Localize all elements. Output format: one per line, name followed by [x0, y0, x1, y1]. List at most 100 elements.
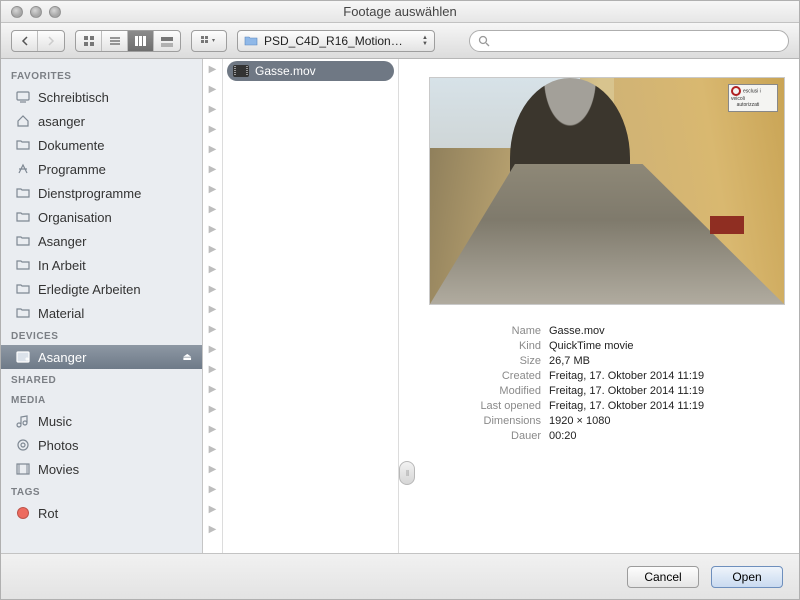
cancel-button[interactable]: Cancel [627, 566, 699, 588]
folder-icon [15, 185, 31, 201]
eject-icon[interactable]: ⏏ [183, 352, 192, 363]
arrange-group [191, 30, 227, 52]
sidebar-item[interactable]: Asanger [1, 229, 202, 253]
folder-icon [15, 257, 31, 273]
apps-icon [15, 161, 31, 177]
sidebar-item[interactable]: Dienstprogramme [1, 181, 202, 205]
sidebar-header: TAGS [1, 481, 202, 501]
sidebar-header: SHARED [1, 369, 202, 389]
column-row-chevron-icon: ▶ [203, 159, 222, 179]
column-row-chevron-icon: ▶ [203, 79, 222, 99]
meta-value: 1920 × 1080 [549, 415, 785, 427]
icon-view-button[interactable] [76, 31, 102, 51]
column-row-chevron-icon: ▶ [203, 199, 222, 219]
sidebar-item-label: In Arbeit [38, 258, 86, 273]
column-files[interactable]: Gasse.mov [223, 59, 399, 553]
column-row-chevron-icon: ▶ [203, 59, 222, 79]
column-row-chevron-icon: ▶ [203, 99, 222, 119]
meta-value: 26,7 MB [549, 355, 785, 367]
sidebar-item[interactable]: Material [1, 301, 202, 325]
column-browser: ▶▶▶▶▶▶▶▶▶▶▶▶▶▶▶▶▶▶▶▶▶▶▶▶ Gasse.mov ‖ esc… [203, 59, 799, 553]
column-row-chevron-icon: ▶ [203, 279, 222, 299]
file-row[interactable]: Gasse.mov [227, 61, 394, 81]
column-parent[interactable]: ▶▶▶▶▶▶▶▶▶▶▶▶▶▶▶▶▶▶▶▶▶▶▶▶ [203, 59, 223, 553]
path-dropdown[interactable]: PSD_C4D_R16_Motion… ▲▼ [237, 30, 435, 52]
back-button[interactable] [12, 31, 38, 51]
sidebar-item[interactable]: Asanger⏏ [1, 345, 202, 369]
open-dialog: Footage auswählen PSD_C4D_R16_Motion… ▲▼ [0, 0, 800, 600]
column-row-chevron-icon: ▶ [203, 179, 222, 199]
open-button[interactable]: Open [711, 566, 783, 588]
list-view-button[interactable] [102, 31, 128, 51]
meta-value: 00:20 [549, 430, 785, 442]
sidebar-item-label: Schreibtisch [38, 90, 109, 105]
meta-key: Size [429, 355, 541, 367]
column-row-chevron-icon: ▶ [203, 439, 222, 459]
window-title: Footage auswählen [1, 4, 799, 19]
meta-key: Dauer [429, 430, 541, 442]
column-row-chevron-icon: ▶ [203, 299, 222, 319]
sidebar-item[interactable]: Photos [1, 433, 202, 457]
drive-icon [15, 349, 31, 365]
toolbar: PSD_C4D_R16_Motion… ▲▼ [1, 23, 799, 59]
sidebar-item-label: Organisation [38, 210, 112, 225]
sidebar-item-label: Rot [38, 506, 58, 521]
dropdown-chevron-icon: ▲▼ [422, 35, 428, 47]
column-resize-handle[interactable]: ‖ [399, 461, 415, 485]
preview-pane: esclusi i veicoli autorizzati NameGasse.… [415, 59, 799, 553]
sidebar-item[interactable]: Music [1, 409, 202, 433]
sidebar-item-label: Erledigte Arbeiten [38, 282, 141, 297]
folder-icon [15, 209, 31, 225]
sidebar-item[interactable]: In Arbeit [1, 253, 202, 277]
movie-file-icon [233, 65, 249, 77]
column-row-chevron-icon: ▶ [203, 499, 222, 519]
folder-icon [15, 305, 31, 321]
sidebar-item[interactable]: Erledigte Arbeiten [1, 277, 202, 301]
sidebar-header: DEVICES [1, 325, 202, 345]
sidebar-item-label: Dokumente [38, 138, 104, 153]
search-input[interactable] [495, 34, 780, 48]
column-row-chevron-icon: ▶ [203, 359, 222, 379]
dialog-footer: Cancel Open [1, 553, 799, 599]
path-label: PSD_C4D_R16_Motion… [264, 34, 416, 48]
coverflow-view-button[interactable] [154, 31, 180, 51]
search-icon [478, 35, 490, 47]
meta-value: Freitag, 17. Oktober 2014 11:19 [549, 385, 785, 397]
sidebar: FAVORITES Schreibtisch asanger Dokumente Pro… [1, 59, 203, 553]
column-row-chevron-icon: ▶ [203, 339, 222, 359]
titlebar: Footage auswählen [1, 1, 799, 23]
column-row-chevron-icon: ▶ [203, 479, 222, 499]
sidebar-item[interactable]: Movies [1, 457, 202, 481]
sidebar-item[interactable]: asanger [1, 109, 202, 133]
file-name: Gasse.mov [255, 64, 316, 78]
meta-key: Modified [429, 385, 541, 397]
sidebar-item[interactable]: Schreibtisch [1, 85, 202, 109]
column-resize-area: ‖ [399, 59, 415, 553]
meta-key: Created [429, 370, 541, 382]
column-row-chevron-icon: ▶ [203, 399, 222, 419]
sidebar-header: MEDIA [1, 389, 202, 409]
column-view-button[interactable] [128, 31, 154, 51]
home-icon [15, 113, 31, 129]
desktop-icon [15, 89, 31, 105]
sidebar-item-label: Music [38, 414, 72, 429]
column-row-chevron-icon: ▶ [203, 119, 222, 139]
sidebar-header: FAVORITES [1, 65, 202, 85]
tag-icon [15, 505, 31, 521]
sidebar-item[interactable]: Organisation [1, 205, 202, 229]
forward-button[interactable] [38, 31, 64, 51]
search-field[interactable] [469, 30, 789, 52]
column-row-chevron-icon: ▶ [203, 519, 222, 539]
sidebar-item-label: asanger [38, 114, 85, 129]
sidebar-item[interactable]: Rot [1, 501, 202, 525]
preview-metadata: NameGasse.movKindQuickTime movieSize26,7… [429, 325, 785, 442]
sidebar-item[interactable]: Dokumente [1, 133, 202, 157]
arrange-button[interactable] [192, 31, 226, 51]
music-icon [15, 413, 31, 429]
movies-icon [15, 461, 31, 477]
folder-icon [15, 233, 31, 249]
meta-value: Gasse.mov [549, 325, 785, 337]
meta-key: Last opened [429, 400, 541, 412]
meta-value: Freitag, 17. Oktober 2014 11:19 [549, 370, 785, 382]
sidebar-item[interactable]: Programme [1, 157, 202, 181]
